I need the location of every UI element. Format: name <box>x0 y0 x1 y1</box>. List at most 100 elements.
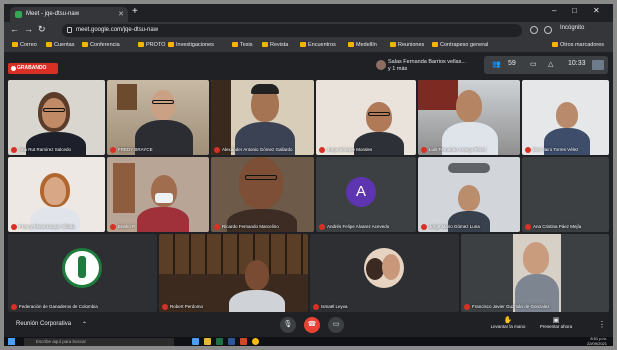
folder-icon <box>82 42 88 48</box>
word-icon[interactable] <box>228 338 235 345</box>
folder-icon <box>390 42 396 48</box>
bookmark-item[interactable]: Investigaciones <box>168 42 214 48</box>
participant-tile[interactable]: Alexander Antonio Gómez Gallardo <box>211 80 314 155</box>
folder-icon <box>348 42 354 48</box>
self-view-thumb <box>592 60 604 70</box>
participant-tile[interactable]: Francisco Javier Guzmán de Gonzalez <box>461 234 609 312</box>
bookmark-item[interactable]: Tesis <box>232 42 253 48</box>
people-icon[interactable]: 👥 <box>492 60 501 68</box>
muted-mic-icon <box>319 147 325 153</box>
bookmark-item[interactable]: PROTO <box>138 42 165 48</box>
maximize-icon[interactable]: □ <box>572 6 577 15</box>
bookmark-item[interactable]: Encuentros <box>300 42 336 48</box>
folder-icon <box>12 42 18 48</box>
meet-top-controls: 👥 59 ▭ △ 10:33 <box>484 56 608 74</box>
chevron-up-icon[interactable]: ⌃ <box>82 321 87 328</box>
chat-icon[interactable]: ▭ <box>530 60 537 68</box>
forward-icon[interactable]: → <box>24 24 33 34</box>
microphone-button[interactable]: 🎙 <box>280 317 296 333</box>
new-tab-icon[interactable]: + <box>132 6 138 17</box>
muted-mic-icon <box>11 224 17 230</box>
present-icon: ▣ <box>552 317 560 324</box>
presenter-name: Salas Fernanda Barrios vellas... <box>388 59 466 65</box>
participant-tile[interactable]: Ana Cristina Páez Mejía <box>522 157 609 232</box>
hangup-icon: ☎ <box>307 321 317 328</box>
other-bookmarks[interactable]: Otros marcadores <box>552 42 604 48</box>
bookmark-item[interactable]: Contrapeso general <box>432 42 488 48</box>
windows-start-icon[interactable] <box>8 338 15 345</box>
camera-button[interactable]: ▭ <box>328 317 344 333</box>
mic-icon: 🎙 <box>283 321 293 328</box>
participant-tile[interactable]: Jorge Mario Gómez Luna <box>418 157 520 232</box>
more-options-icon[interactable]: ⋮ <box>598 320 606 329</box>
activities-icon[interactable]: △ <box>548 60 553 68</box>
muted-mic-icon <box>11 147 17 153</box>
recording-badge: GRABANDO <box>8 63 58 74</box>
muted-mic-icon <box>214 147 220 153</box>
leave-call-button[interactable]: ☎ <box>304 317 320 333</box>
muted-mic-icon <box>319 224 325 230</box>
powerpoint-icon[interactable] <box>240 338 247 345</box>
folder-icon <box>262 42 268 48</box>
folder-icon <box>300 42 306 48</box>
tab-title: Meet - jqe-dtsu-naw <box>26 11 80 17</box>
bookmark-item[interactable]: Conferencia <box>82 42 120 48</box>
present-now-button[interactable]: ▣ Presentar ahora <box>536 316 576 329</box>
close-tab-icon[interactable]: ✕ <box>118 7 124 22</box>
chrome-icon[interactable] <box>252 338 259 345</box>
bookmarks-bar: Correo Cuentas Conferencia PROTO Investi… <box>4 39 613 53</box>
meeting-name[interactable]: Reunión Corporativa <box>16 321 71 327</box>
participant-tile[interactable]: Ricardo Fernando Marcelino <box>211 157 314 232</box>
raise-hand-button[interactable]: ✋ Levantar la mano <box>488 316 528 329</box>
recording-dot-icon <box>11 66 16 71</box>
windows-taskbar: Escribe aquí para buscar 8:51 p.m. 22/09… <box>4 336 613 346</box>
minimize-icon[interactable]: – <box>552 6 556 15</box>
bookmark-item[interactable]: Revista <box>262 42 288 48</box>
folder-icon <box>552 42 558 48</box>
screen: Meet - jqe-dtsu-naw ✕ + – □ ✕ ← → ↻ meet… <box>4 4 613 346</box>
browser-tab-strip: Meet - jqe-dtsu-naw ✕ + – □ ✕ <box>4 4 613 22</box>
muted-mic-icon <box>525 147 531 153</box>
avatar: A <box>346 177 376 207</box>
edge-icon[interactable] <box>192 338 199 345</box>
camera-indicator-icon[interactable] <box>530 26 538 34</box>
reload-icon[interactable]: ↻ <box>38 24 46 35</box>
bookmark-item[interactable]: Correo <box>12 42 37 48</box>
participant-tile[interactable]: Ana Rut Ramírez Salcedo <box>8 80 105 155</box>
muted-mic-icon <box>525 224 531 230</box>
participant-tile[interactable]: FREDY BRAYCE <box>107 80 209 155</box>
muted-mic-icon <box>110 224 116 230</box>
participant-tile[interactable]: Ismaël Leyva <box>310 234 459 312</box>
muted-mic-icon <box>162 304 168 310</box>
system-tray-clock[interactable]: 8:51 p.m. 22/09/2021 <box>587 336 607 346</box>
meet-area: GRABANDO Salas Fernanda Barrios vellas..… <box>4 53 613 313</box>
excel-icon[interactable] <box>216 338 223 345</box>
participant-tile[interactable]: Federación de Ganaderos de Colombia <box>8 234 157 312</box>
presenter-avatar <box>376 60 386 70</box>
browser-toolbar: ← → ↻ meet.google.com/jqe-dtsu-naw Incóg… <box>4 22 613 39</box>
muted-mic-icon <box>421 224 427 230</box>
bookmark-item[interactable]: Cuentas <box>46 42 75 48</box>
close-window-icon[interactable]: ✕ <box>593 6 600 15</box>
bookmark-item[interactable]: Reuniones <box>390 42 424 48</box>
taskbar-search[interactable]: Escribe aquí para buscar <box>24 338 174 346</box>
participant-tile[interactable]: Francy Elena Duque Villada <box>8 157 105 232</box>
muted-mic-icon <box>464 304 470 310</box>
star-icon[interactable] <box>544 26 552 34</box>
back-icon[interactable]: ← <box>10 24 19 34</box>
participant-tile[interactable]: Eneko P. <box>107 157 209 232</box>
participant-tile[interactable]: Robert Perdomo <box>159 234 308 312</box>
bookmark-item[interactable]: Medellín <box>348 42 377 48</box>
muted-mic-icon <box>421 147 427 153</box>
address-bar[interactable]: meet.google.com/jqe-dtsu-naw <box>62 24 522 37</box>
participant-tile[interactable]: Jorge Enrique Morales <box>316 80 416 155</box>
incognito-label[interactable]: Incógnito <box>560 25 584 31</box>
participant-tile[interactable]: A Andrés Felipe Alvarez Acevedo <box>316 157 416 232</box>
camera-icon: ▭ <box>332 321 340 328</box>
meeting-time: 10:33 <box>568 60 586 67</box>
participant-tile[interactable]: Bert Jairo Torres Vélez <box>522 80 609 155</box>
browser-tab[interactable]: Meet - jqe-dtsu-naw ✕ <box>10 7 128 22</box>
participant-tile[interactable]: Luis Fernando Arango Pérez <box>418 80 520 155</box>
file-explorer-icon[interactable] <box>204 338 211 345</box>
muted-mic-icon <box>214 224 220 230</box>
